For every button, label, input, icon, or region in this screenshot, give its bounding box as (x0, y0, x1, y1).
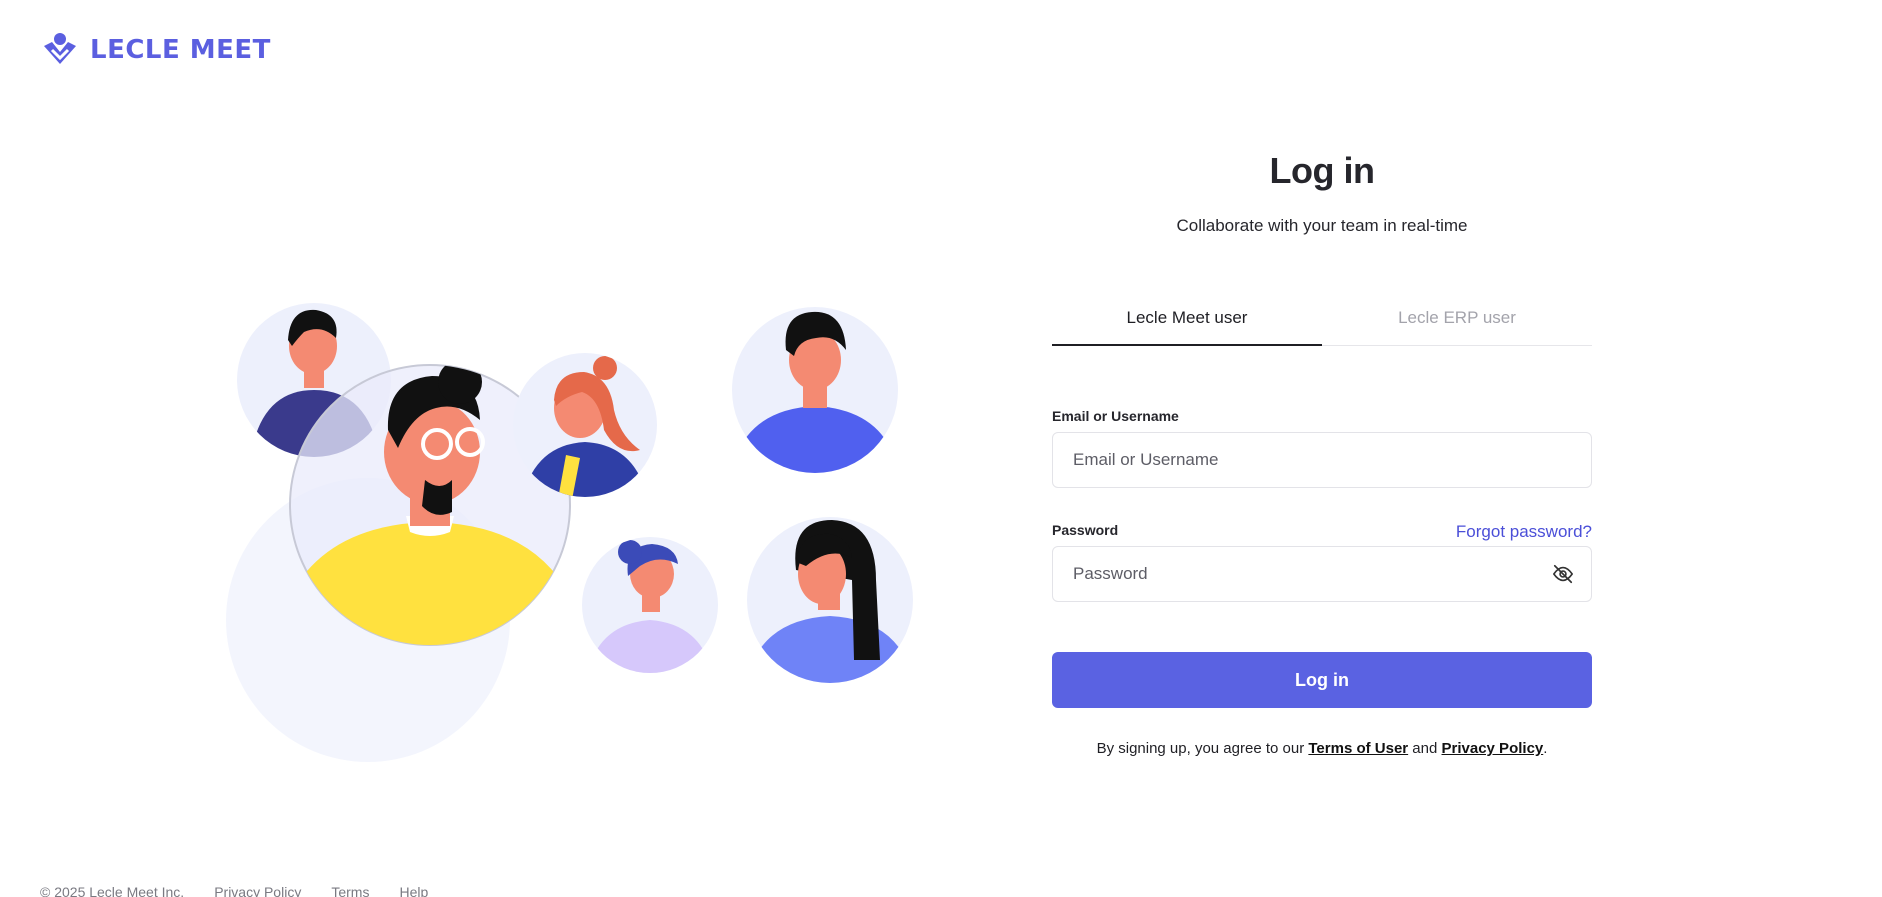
brand-logo[interactable]: LECLE MEET (40, 32, 271, 68)
avatar-person-3 (732, 307, 898, 473)
email-input[interactable] (1052, 432, 1592, 488)
login-button[interactable]: Log in (1052, 652, 1592, 708)
brand-name: LECLE MEET (90, 35, 271, 65)
avatar-person-4 (582, 537, 718, 673)
avatar-person-5 (747, 517, 913, 683)
password-field-group: Password Forgot password? (1052, 522, 1592, 602)
agreement-text: By signing up, you agree to our Terms of… (1052, 740, 1592, 757)
privacy-policy-link[interactable]: Privacy Policy (1442, 740, 1544, 757)
tab-lecle-erp-user[interactable]: Lecle ERP user (1322, 308, 1592, 345)
footer: © 2025 Lecle Meet Inc. Privacy Policy Te… (40, 884, 428, 897)
team-illustration (226, 303, 913, 762)
login-page: LECLE MEET Log in Collaborate with your … (0, 0, 1882, 897)
terms-of-user-link[interactable]: Terms of User (1308, 740, 1408, 757)
footer-privacy-link[interactable]: Privacy Policy (214, 884, 301, 897)
agreement-middle: and (1408, 740, 1442, 757)
footer-terms-link[interactable]: Terms (331, 884, 369, 897)
password-input[interactable] (1052, 546, 1592, 602)
email-field-group: Email or Username (1052, 408, 1592, 488)
eye-off-icon[interactable] (1552, 563, 1574, 585)
login-panel: Log in Collaborate with your team in rea… (1052, 150, 1592, 757)
user-type-tabs: Lecle Meet user Lecle ERP user (1052, 308, 1592, 346)
agreement-prefix: By signing up, you agree to our (1096, 740, 1309, 757)
page-title: Log in (1269, 150, 1375, 191)
logo-icon (44, 33, 76, 64)
email-label: Email or Username (1052, 408, 1179, 424)
tab-lecle-meet-user[interactable]: Lecle Meet user (1052, 308, 1322, 346)
agreement-suffix: . (1543, 740, 1548, 757)
page-subtitle: Collaborate with your team in real-time (1176, 216, 1468, 235)
copyright: © 2025 Lecle Meet Inc. (40, 884, 185, 897)
forgot-password-link[interactable]: Forgot password? (1456, 522, 1592, 542)
footer-help-link[interactable]: Help (399, 884, 428, 897)
